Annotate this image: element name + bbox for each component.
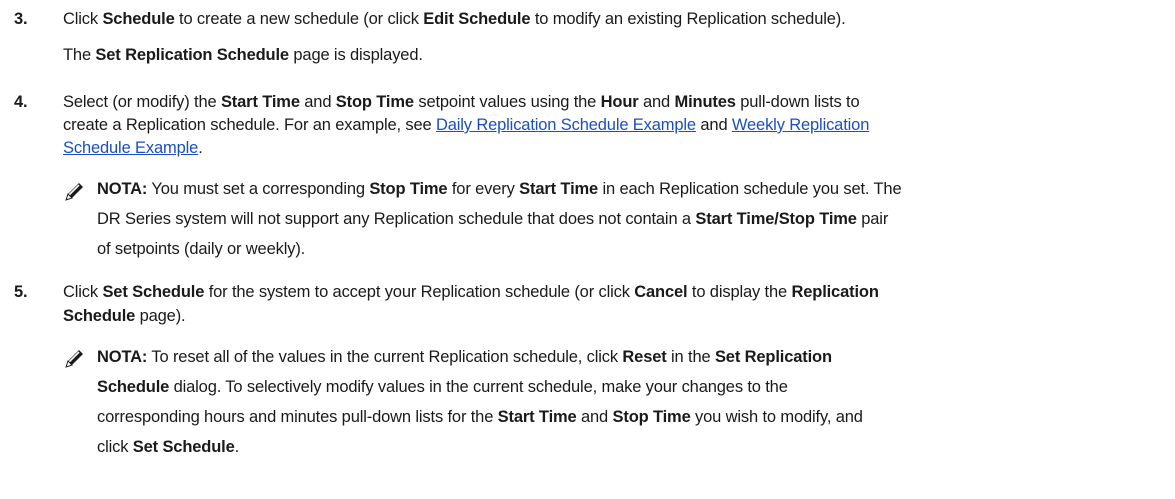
weekly-replication-example-link[interactable]: Weekly Replication <box>732 116 869 134</box>
note-1-line-3: of setpoints (daily or weekly). <box>97 240 306 258</box>
pencil-note-icon <box>65 183 83 201</box>
step-4-line-1: Select (or modify) the Start Time and St… <box>63 93 860 111</box>
step-5-line-2: Schedule page). <box>63 307 186 325</box>
reset-term: Reset <box>622 348 667 366</box>
step-number: 5. <box>14 283 28 301</box>
daily-replication-example-link[interactable]: Daily Replication Schedule Example <box>436 116 696 134</box>
step-number: 3. <box>14 10 28 28</box>
pencil-note-icon <box>65 350 83 368</box>
step-number: 4. <box>14 93 28 111</box>
weekly-replication-example-link-cont[interactable]: Schedule Example <box>63 139 198 157</box>
set-replication-schedule-term: Set Replication Schedule <box>95 46 289 64</box>
cancel-term: Cancel <box>634 283 688 301</box>
note-2-line-2: Schedule dialog. To selectively modify v… <box>97 378 788 396</box>
step-3-result: The Set Replication Schedule page is dis… <box>63 46 423 64</box>
note-1-line-2: DR Series system will not support any Re… <box>97 210 889 228</box>
note-label: NOTA: <box>97 180 148 198</box>
set-schedule-term: Set Schedule <box>102 283 205 301</box>
note-1-line-1: NOTA: You must set a corresponding Stop … <box>97 180 902 198</box>
schedule-term: Schedule <box>102 10 175 28</box>
step-3-line-1: Click Schedule to create a new schedule … <box>63 10 846 28</box>
edit-schedule-term: Edit Schedule <box>423 10 531 28</box>
note-2-line-3: corresponding hours and minutes pull-dow… <box>97 408 863 426</box>
step-4-line-3: Schedule Example. <box>63 139 203 157</box>
note-2-line-1: NOTA: To reset all of the values in the … <box>97 348 832 366</box>
step-4-line-2: create a Replication schedule. For an ex… <box>63 116 870 134</box>
step-5-line-1: Click Set Schedule for the system to acc… <box>63 283 879 301</box>
note-label: NOTA: <box>97 348 148 366</box>
note-2-line-4: click Set Schedule. <box>97 438 240 456</box>
